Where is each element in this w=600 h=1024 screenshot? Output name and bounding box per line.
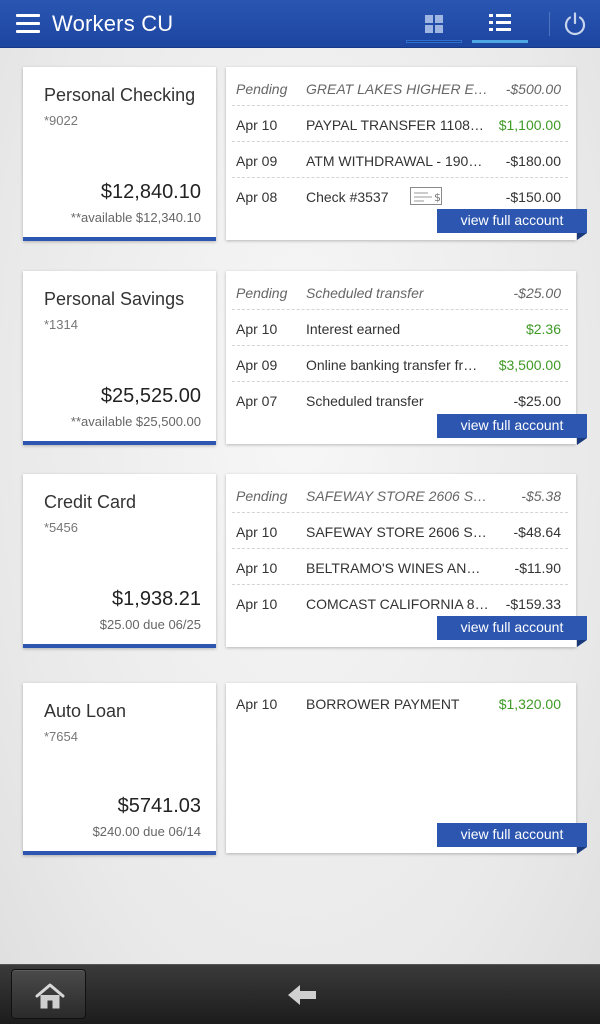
transaction-description: SAFEWAY STORE 2606 SAN…	[306, 524, 490, 540]
check-image-icon[interactable]: $	[410, 187, 442, 205]
hamburger-menu-icon[interactable]	[16, 14, 40, 34]
transaction-date: Apr 10	[236, 696, 278, 712]
transaction-description: GREAT LAKES HIGHER EDUCATION	[306, 81, 490, 97]
transaction-description: COMCAST CALIFORNIA 80…	[306, 596, 490, 612]
account-name: Personal Savings	[44, 289, 185, 309]
transaction-amount: $2.36	[525, 321, 561, 337]
transaction-row[interactable]: Apr 07 Scheduled transfer -$25.00	[232, 382, 568, 418]
view-full-account-button[interactable]: view full account	[437, 823, 587, 854]
account-name: Personal Checking	[44, 85, 196, 105]
back-button[interactable]	[276, 973, 326, 1017]
transaction-description: Interest earned	[306, 321, 401, 337]
transaction-row[interactable]: Apr 10 BORROWER PAYMENT $1,320.00	[232, 685, 568, 721]
svg-text:$: $	[434, 191, 441, 204]
header-divider	[549, 12, 550, 36]
list-view-button[interactable]	[472, 0, 528, 48]
grid-view-indicator	[406, 40, 462, 43]
account-card-savings[interactable]: Personal Savings *1314 $25,525.00 **avai…	[23, 271, 216, 445]
account-balance: $12,840.10	[100, 181, 201, 203]
list-view-indicator	[472, 40, 528, 43]
transactions-card-savings: Pending Scheduled transfer -$25.00 Apr 1…	[226, 271, 587, 445]
home-button[interactable]	[11, 969, 86, 1019]
view-full-account-button[interactable]: view full account	[437, 414, 587, 445]
power-icon[interactable]	[562, 11, 588, 37]
transaction-description: SAFEWAY STORE 2606 SAN F…	[306, 488, 490, 504]
transaction-description: PAYPAL TRANSFER 1108…	[306, 117, 484, 133]
transaction-amount: $3,500.00	[498, 357, 561, 373]
transaction-date: Apr 10	[236, 596, 278, 612]
transaction-date: Apr 09	[236, 153, 278, 169]
account-balance: $25,525.00	[100, 385, 201, 407]
transaction-description: Scheduled transfer	[306, 285, 424, 301]
transaction-row[interactable]: Apr 10 BELTRAMO'S WINES ANDM… -$11.90	[232, 549, 568, 585]
payment-due: $25.00 due 06/25	[99, 617, 201, 632]
account-number: *5456	[44, 520, 78, 535]
view-full-account-button[interactable]: view full account	[437, 209, 587, 240]
transaction-description: Check #3537	[306, 189, 389, 205]
transaction-row[interactable]: Apr 09 ATM WITHDRAWAL - 1900… -$180.00	[232, 142, 568, 178]
transaction-date: Pending	[236, 285, 288, 301]
transaction-date: Apr 07	[236, 393, 278, 409]
account-name: Auto Loan	[44, 701, 127, 721]
transaction-description: Scheduled transfer	[306, 393, 424, 409]
available-balance: **available $25,500.00	[70, 414, 201, 429]
account-balance: $5741.03	[117, 795, 201, 817]
transaction-date: Apr 10	[236, 117, 278, 133]
transaction-row[interactable]: Pending Scheduled transfer -$25.00	[232, 274, 568, 310]
transaction-row[interactable]: Apr 10 Interest earned $2.36	[232, 310, 568, 346]
transaction-description: BELTRAMO'S WINES ANDM…	[306, 560, 490, 576]
transaction-date: Apr 09	[236, 357, 278, 373]
transaction-row[interactable]: Pending GREAT LAKES HIGHER EDUCATION -$5…	[232, 70, 568, 106]
account-balance: $1,938.21	[112, 588, 201, 610]
transaction-amount: -$150.00	[505, 189, 561, 205]
transaction-description: BORROWER PAYMENT	[306, 696, 460, 712]
payment-due: $240.00 due 06/14	[92, 824, 201, 839]
grid-view-button[interactable]	[406, 0, 462, 48]
transaction-amount: -$159.33	[505, 596, 561, 612]
transaction-row[interactable]: Apr 09 Online banking transfer fr… $3,50…	[232, 346, 568, 382]
transactions-card-checking: Pending GREAT LAKES HIGHER EDUCATION -$5…	[226, 67, 587, 240]
view-full-account-button[interactable]: view full account	[437, 616, 587, 647]
transaction-row[interactable]: Apr 10 SAFEWAY STORE 2606 SAN… -$48.64	[232, 513, 568, 549]
transaction-date: Apr 08	[236, 189, 278, 205]
transaction-amount: -$500.00	[505, 81, 561, 97]
app-header: Workers CU	[0, 0, 600, 48]
account-number: *7654	[44, 729, 78, 744]
app-title: Workers CU	[52, 11, 174, 36]
back-arrow-icon	[286, 983, 318, 1007]
account-name: Credit Card	[44, 492, 137, 512]
transaction-description: ATM WITHDRAWAL - 1900…	[306, 153, 490, 169]
available-balance: **available $12,340.10	[70, 210, 201, 225]
grid-view-icon	[425, 15, 443, 33]
transaction-amount: -$48.64	[513, 524, 561, 540]
transaction-date: Apr 10	[236, 524, 278, 540]
transaction-row[interactable]: Apr 10 PAYPAL TRANSFER 1108… $1,100.00	[232, 106, 568, 142]
transaction-amount: $1,100.00	[498, 117, 561, 133]
account-card-credit[interactable]: Credit Card *5456 $1,938.21 $25.00 due 0…	[23, 474, 216, 648]
account-number: *1314	[44, 317, 78, 332]
transaction-date: Pending	[236, 81, 288, 97]
transaction-amount: -$5.38	[521, 488, 561, 504]
transaction-amount: -$25.00	[513, 393, 561, 409]
transaction-amount: -$180.00	[505, 153, 561, 169]
account-card-checking[interactable]: Personal Checking *9022 $12,840.10 **ava…	[23, 67, 216, 241]
bottom-navigation-bar	[0, 964, 600, 1024]
transaction-row[interactable]: Pending SAFEWAY STORE 2606 SAN F… -$5.38	[232, 477, 568, 513]
transaction-date: Pending	[236, 488, 288, 504]
transaction-amount: -$11.90	[514, 560, 561, 576]
transaction-date: Apr 10	[236, 321, 278, 337]
list-view-icon	[489, 14, 511, 32]
home-icon	[34, 982, 66, 1010]
transaction-date: Apr 10	[236, 560, 278, 576]
transaction-description: Online banking transfer fr…	[306, 357, 478, 373]
transactions-card-credit: Pending SAFEWAY STORE 2606 SAN F… -$5.38…	[226, 474, 587, 647]
account-card-auto-loan[interactable]: Auto Loan *7654 $5741.03 $240.00 due 06/…	[23, 683, 216, 855]
transactions-card-auto-loan: Apr 10 BORROWER PAYMENT $1,320.00 view f…	[226, 683, 587, 854]
transaction-amount: -$25.00	[513, 285, 561, 301]
account-number: *9022	[44, 113, 78, 128]
transaction-amount: $1,320.00	[498, 696, 561, 712]
